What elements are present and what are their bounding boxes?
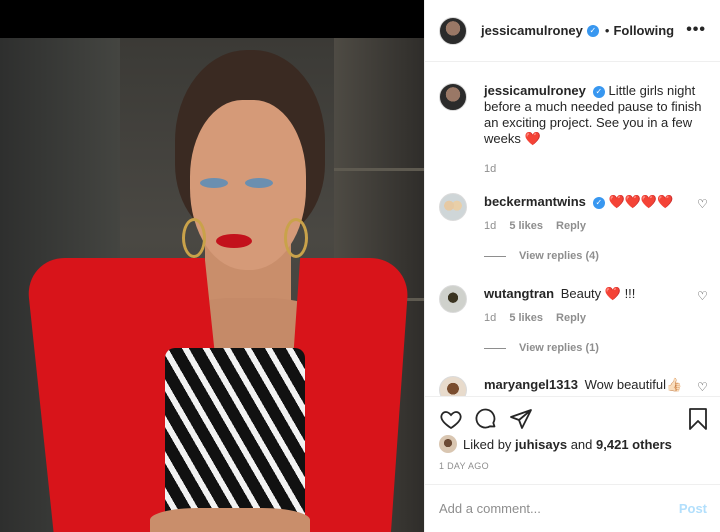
reply-button[interactable]: Reply <box>556 312 586 324</box>
caption-time: 1d <box>484 163 497 175</box>
post-timestamp[interactable]: 1 DAY AGO <box>439 461 489 471</box>
author-avatar[interactable] <box>439 83 467 111</box>
comment-row: wutangtran Beauty ❤️ !!! 1d 5 likes Repl… <box>439 285 709 324</box>
caption-meta: 1d <box>484 163 709 175</box>
view-replies-label: View replies (1) <box>519 342 599 354</box>
likes-prefix: Liked by <box>463 436 512 452</box>
comment-likes[interactable]: 5 likes <box>509 312 543 324</box>
replies-line <box>484 347 506 349</box>
liker-avatar[interactable] <box>439 435 457 453</box>
verified-badge-icon: ✓ <box>586 24 599 37</box>
separator-dot: • <box>604 23 610 38</box>
replies-line <box>484 255 506 257</box>
like-comment-heart-icon[interactable]: ♡ <box>697 289 709 303</box>
photo-earring <box>182 218 206 258</box>
caption-text: jessicamulroney ✓ Little girls night befo… <box>484 83 709 147</box>
photo-lips <box>216 234 252 248</box>
commenter-avatar[interactable] <box>439 376 467 396</box>
likes-summary: Liked by juhisays and 9,421 others <box>439 435 672 453</box>
comment-row: maryangel1313 Wow beautiful👍🏻 ♡ <box>439 376 709 396</box>
post-side-panel: jessicamulroney ✓ • Following ••• jessic… <box>424 0 720 532</box>
post-header: jessicamulroney ✓ • Following ••• <box>425 0 720 62</box>
comment-username[interactable]: wutangtran <box>484 286 554 301</box>
view-replies-button[interactable]: View replies (1) <box>484 342 599 354</box>
reply-button[interactable]: Reply <box>556 220 586 232</box>
caption-row: jessicamulroney ✓ Little girls night befo… <box>439 83 709 175</box>
photo-eye <box>245 178 273 188</box>
more-options-icon[interactable]: ••• <box>686 22 706 38</box>
comment-body: ❤️❤️❤️❤️ <box>608 194 674 209</box>
comment-text: wutangtran Beauty ❤️ !!! <box>484 285 709 302</box>
comment-bubble-icon[interactable] <box>474 407 498 431</box>
comment-meta: 1d 5 likes Reply <box>484 312 709 324</box>
comment-text: maryangel1313 Wow beautiful👍🏻 <box>484 376 709 393</box>
comment-username[interactable]: beckermantwins <box>484 194 586 209</box>
comment-text: beckermantwins ✓ ❤️❤️❤️❤️ <box>484 193 709 210</box>
photo-striped-top <box>165 348 305 523</box>
add-comment-input[interactable] <box>439 501 679 516</box>
likes-others-count[interactable]: 9,421 others <box>596 437 672 452</box>
instagram-post-view: jessicamulroney ✓ • Following ••• jessic… <box>0 0 720 532</box>
comment-time: 1d <box>484 312 497 324</box>
comment-likes[interactable]: 5 likes <box>509 220 543 232</box>
view-replies-label: View replies (4) <box>519 250 599 262</box>
paper-plane-icon[interactable] <box>509 407 533 431</box>
photo-midriff <box>150 508 310 532</box>
comment-time: 1d <box>484 220 497 232</box>
caption-username[interactable]: jessicamulroney <box>484 83 586 98</box>
commenter-avatar[interactable] <box>439 285 467 313</box>
like-comment-heart-icon[interactable]: ♡ <box>697 197 709 211</box>
heart-emoji: ❤️ <box>524 131 541 146</box>
comment-body: Wow beautiful👍🏻 <box>584 377 683 392</box>
author-username[interactable]: jessicamulroney <box>481 23 583 38</box>
liker-username[interactable]: juhisays <box>515 437 567 452</box>
post-photo[interactable] <box>0 38 424 532</box>
like-comment-heart-icon[interactable]: ♡ <box>697 380 709 394</box>
heart-icon[interactable] <box>439 407 463 431</box>
verified-badge-icon: ✓ <box>592 196 605 209</box>
comments-list[interactable]: jessicamulroney ✓ Little girls night befo… <box>425 63 720 396</box>
view-replies-button[interactable]: View replies (4) <box>484 250 599 262</box>
commenter-avatar[interactable] <box>439 193 467 221</box>
comment-username[interactable]: maryangel1313 <box>484 377 578 392</box>
comment-body: Beauty ❤️ !!! <box>560 286 636 301</box>
photo-shelf-line <box>334 168 424 171</box>
following-button[interactable]: Following <box>613 23 674 38</box>
verified-badge-icon: ✓ <box>592 85 605 98</box>
author-avatar[interactable] <box>439 16 467 45</box>
likes-joiner: and <box>570 436 593 452</box>
photo-earring <box>284 218 308 258</box>
post-actions: Liked by juhisays and 9,421 others 1 DAY… <box>425 396 720 484</box>
post-comment-button[interactable]: Post <box>679 501 707 516</box>
comment-composer: Post <box>425 484 720 532</box>
bookmark-icon[interactable] <box>686 407 710 431</box>
photo-eye <box>200 178 228 188</box>
comment-meta: 1d 5 likes Reply <box>484 220 709 232</box>
comment-row: beckermantwins ✓ ❤️❤️❤️❤️ 1d 5 likes Repl… <box>439 193 709 232</box>
